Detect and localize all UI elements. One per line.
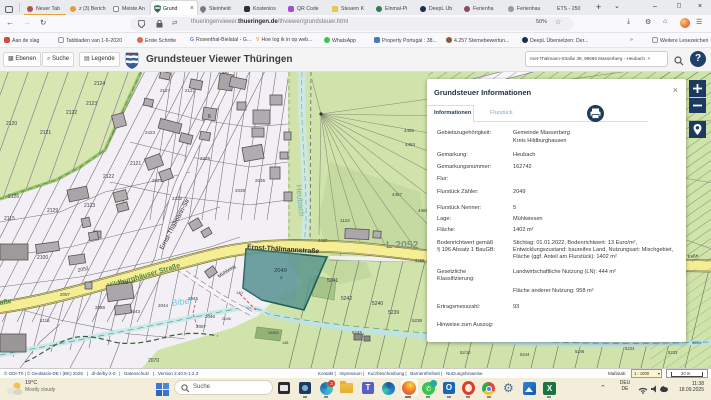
svg-text:4463: 4463 (405, 142, 416, 147)
svg-text:L 2052: L 2052 (386, 239, 419, 251)
svg-text:2044: 2044 (158, 303, 169, 308)
svg-text:10469: 10469 (268, 331, 279, 335)
svg-text:2323: 2323 (152, 178, 163, 183)
svg-text:5233: 5233 (668, 350, 678, 355)
svg-text:5242: 5242 (341, 296, 352, 302)
svg-text:2126: 2126 (8, 194, 19, 200)
svg-text:2322: 2322 (172, 196, 183, 201)
svg-text:2122: 2122 (66, 110, 77, 116)
svg-text:2115: 2115 (4, 216, 15, 222)
svg-text:2123: 2123 (86, 101, 97, 107)
svg-text:2087: 2087 (196, 324, 207, 329)
svg-text:2046: 2046 (205, 314, 216, 319)
svg-text:52/10: 52/10 (460, 350, 471, 355)
svg-text:2053: 2053 (118, 280, 129, 285)
svg-text:1123: 1123 (340, 218, 350, 223)
svg-text:2045: 2045 (188, 296, 199, 301)
svg-text:4488: 4488 (415, 258, 425, 263)
svg-text:2097: 2097 (60, 292, 71, 297)
svg-text:5246: 5246 (575, 349, 585, 354)
svg-text:2070: 2070 (148, 358, 159, 364)
svg-text:4467: 4467 (392, 192, 403, 197)
svg-text:2100: 2100 (37, 255, 48, 261)
svg-text:5245: 5245 (352, 330, 363, 335)
svg-text:5241: 5241 (327, 278, 338, 284)
svg-text:5234: 5234 (625, 346, 635, 351)
svg-text:2123: 2123 (84, 203, 95, 209)
svg-text:2088: 2088 (95, 305, 106, 310)
svg-text:2127: 2127 (160, 88, 171, 93)
svg-text:5240: 5240 (372, 301, 383, 307)
svg-text:2115: 2115 (40, 318, 50, 323)
svg-text:4487: 4487 (318, 238, 328, 243)
svg-text:2121: 2121 (40, 130, 51, 136)
svg-text:2129: 2129 (47, 208, 58, 214)
svg-text:2122: 2122 (103, 174, 114, 180)
svg-text:2120: 2120 (6, 121, 17, 127)
svg-text:5238: 5238 (412, 318, 423, 323)
svg-text:2423: 2423 (145, 130, 156, 135)
svg-text:2038: 2038 (235, 188, 246, 193)
svg-text:4465: 4465 (404, 128, 415, 133)
svg-text:148: 148 (282, 341, 288, 345)
svg-text:5239: 5239 (388, 310, 399, 316)
svg-text:140: 140 (236, 290, 243, 295)
svg-text:5A: 5A (222, 72, 228, 75)
svg-text:2049: 2049 (274, 268, 287, 274)
svg-text:2121: 2121 (130, 161, 141, 167)
svg-text:2127: 2127 (185, 88, 196, 93)
svg-text:2328: 2328 (200, 156, 211, 161)
svg-text:2124: 2124 (94, 81, 105, 87)
svg-text:5224: 5224 (692, 340, 702, 345)
svg-text:2036: 2036 (255, 178, 266, 183)
svg-text:6: 6 (208, 114, 211, 120)
svg-text:5244: 5244 (520, 352, 530, 357)
svg-text:2046: 2046 (222, 316, 232, 321)
svg-text:2043: 2043 (130, 309, 141, 314)
